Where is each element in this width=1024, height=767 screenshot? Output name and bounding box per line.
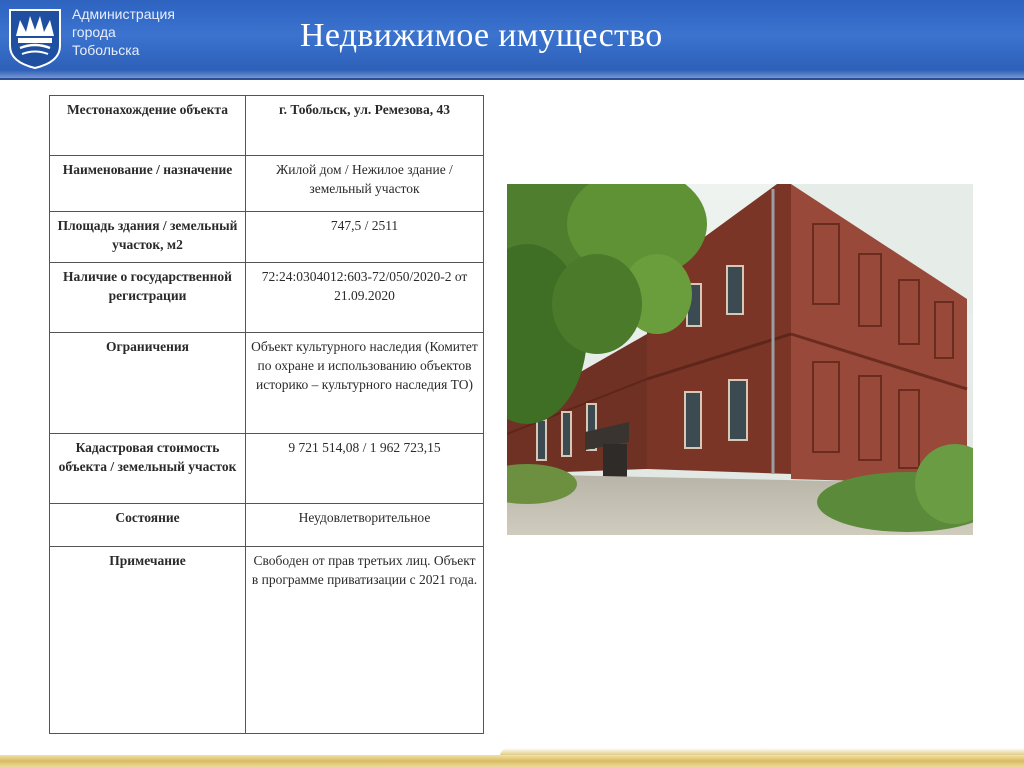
- table-row: Состояние Неудовлетворительное: [49, 503, 484, 547]
- table-row: Ограничения Объект культурного наследия …: [49, 332, 484, 434]
- header-shine: [0, 70, 1024, 78]
- row-value: Свободен от прав третьих лиц. Объект в п…: [245, 546, 484, 734]
- row-value: 72:24:0304012:603-72/050/2020-2 от 21.09…: [245, 262, 484, 333]
- table-row: Площадь здания / земельный участок, м2 7…: [49, 211, 484, 263]
- organization-name: Администрация города Тобольска: [72, 5, 175, 59]
- row-label: Наличие о государственной регистрации: [49, 262, 246, 333]
- building-photo: [507, 184, 973, 535]
- building-illustration: [507, 184, 973, 535]
- row-value: г. Тобольск, ул. Ремезова, 43: [245, 95, 484, 156]
- table-row: Наличие о государственной регистрации 72…: [49, 262, 484, 333]
- row-label: Кадастровая стоимость объекта / земельны…: [49, 433, 246, 504]
- org-line-2: города: [72, 24, 116, 40]
- org-line-3: Тобольска: [72, 42, 140, 58]
- row-label: Наименование / назначение: [49, 155, 246, 212]
- row-value-text: г. Тобольск, ул. Ремезова, 43: [279, 102, 450, 117]
- row-value: Объект культурного наследия (Комитет по …: [245, 332, 484, 434]
- row-label: Состояние: [49, 503, 246, 547]
- row-label: Ограничения: [49, 332, 246, 434]
- city-emblem-icon: [9, 9, 61, 70]
- property-table: Местонахождение объекта г. Тобольск, ул.…: [49, 95, 484, 734]
- table-row: Местонахождение объекта г. Тобольск, ул.…: [49, 95, 484, 156]
- row-value: Неудовлетворительное: [245, 503, 484, 547]
- table-row: Примечание Свободен от прав третьих лиц.…: [49, 546, 484, 734]
- page-title: Недвижимое имущество: [300, 17, 663, 54]
- row-label: Местонахождение объекта: [49, 95, 246, 156]
- row-label: Площадь здания / земельный участок, м2: [49, 211, 246, 263]
- table-row: Наименование / назначение Жилой дом / Не…: [49, 155, 484, 212]
- table-row: Кадастровая стоимость объекта / земельны…: [49, 433, 484, 504]
- row-value: Жилой дом / Нежилое здание / земельный у…: [245, 155, 484, 212]
- footer-bar: [0, 755, 1024, 767]
- header-bar: Администрация города Тобольска Недвижимо…: [0, 0, 1024, 80]
- row-value: 747,5 / 2511: [245, 211, 484, 263]
- row-label: Примечание: [49, 546, 246, 734]
- org-line-1: Администрация: [72, 6, 175, 22]
- row-value: 9 721 514,08 / 1 962 723,15: [245, 433, 484, 504]
